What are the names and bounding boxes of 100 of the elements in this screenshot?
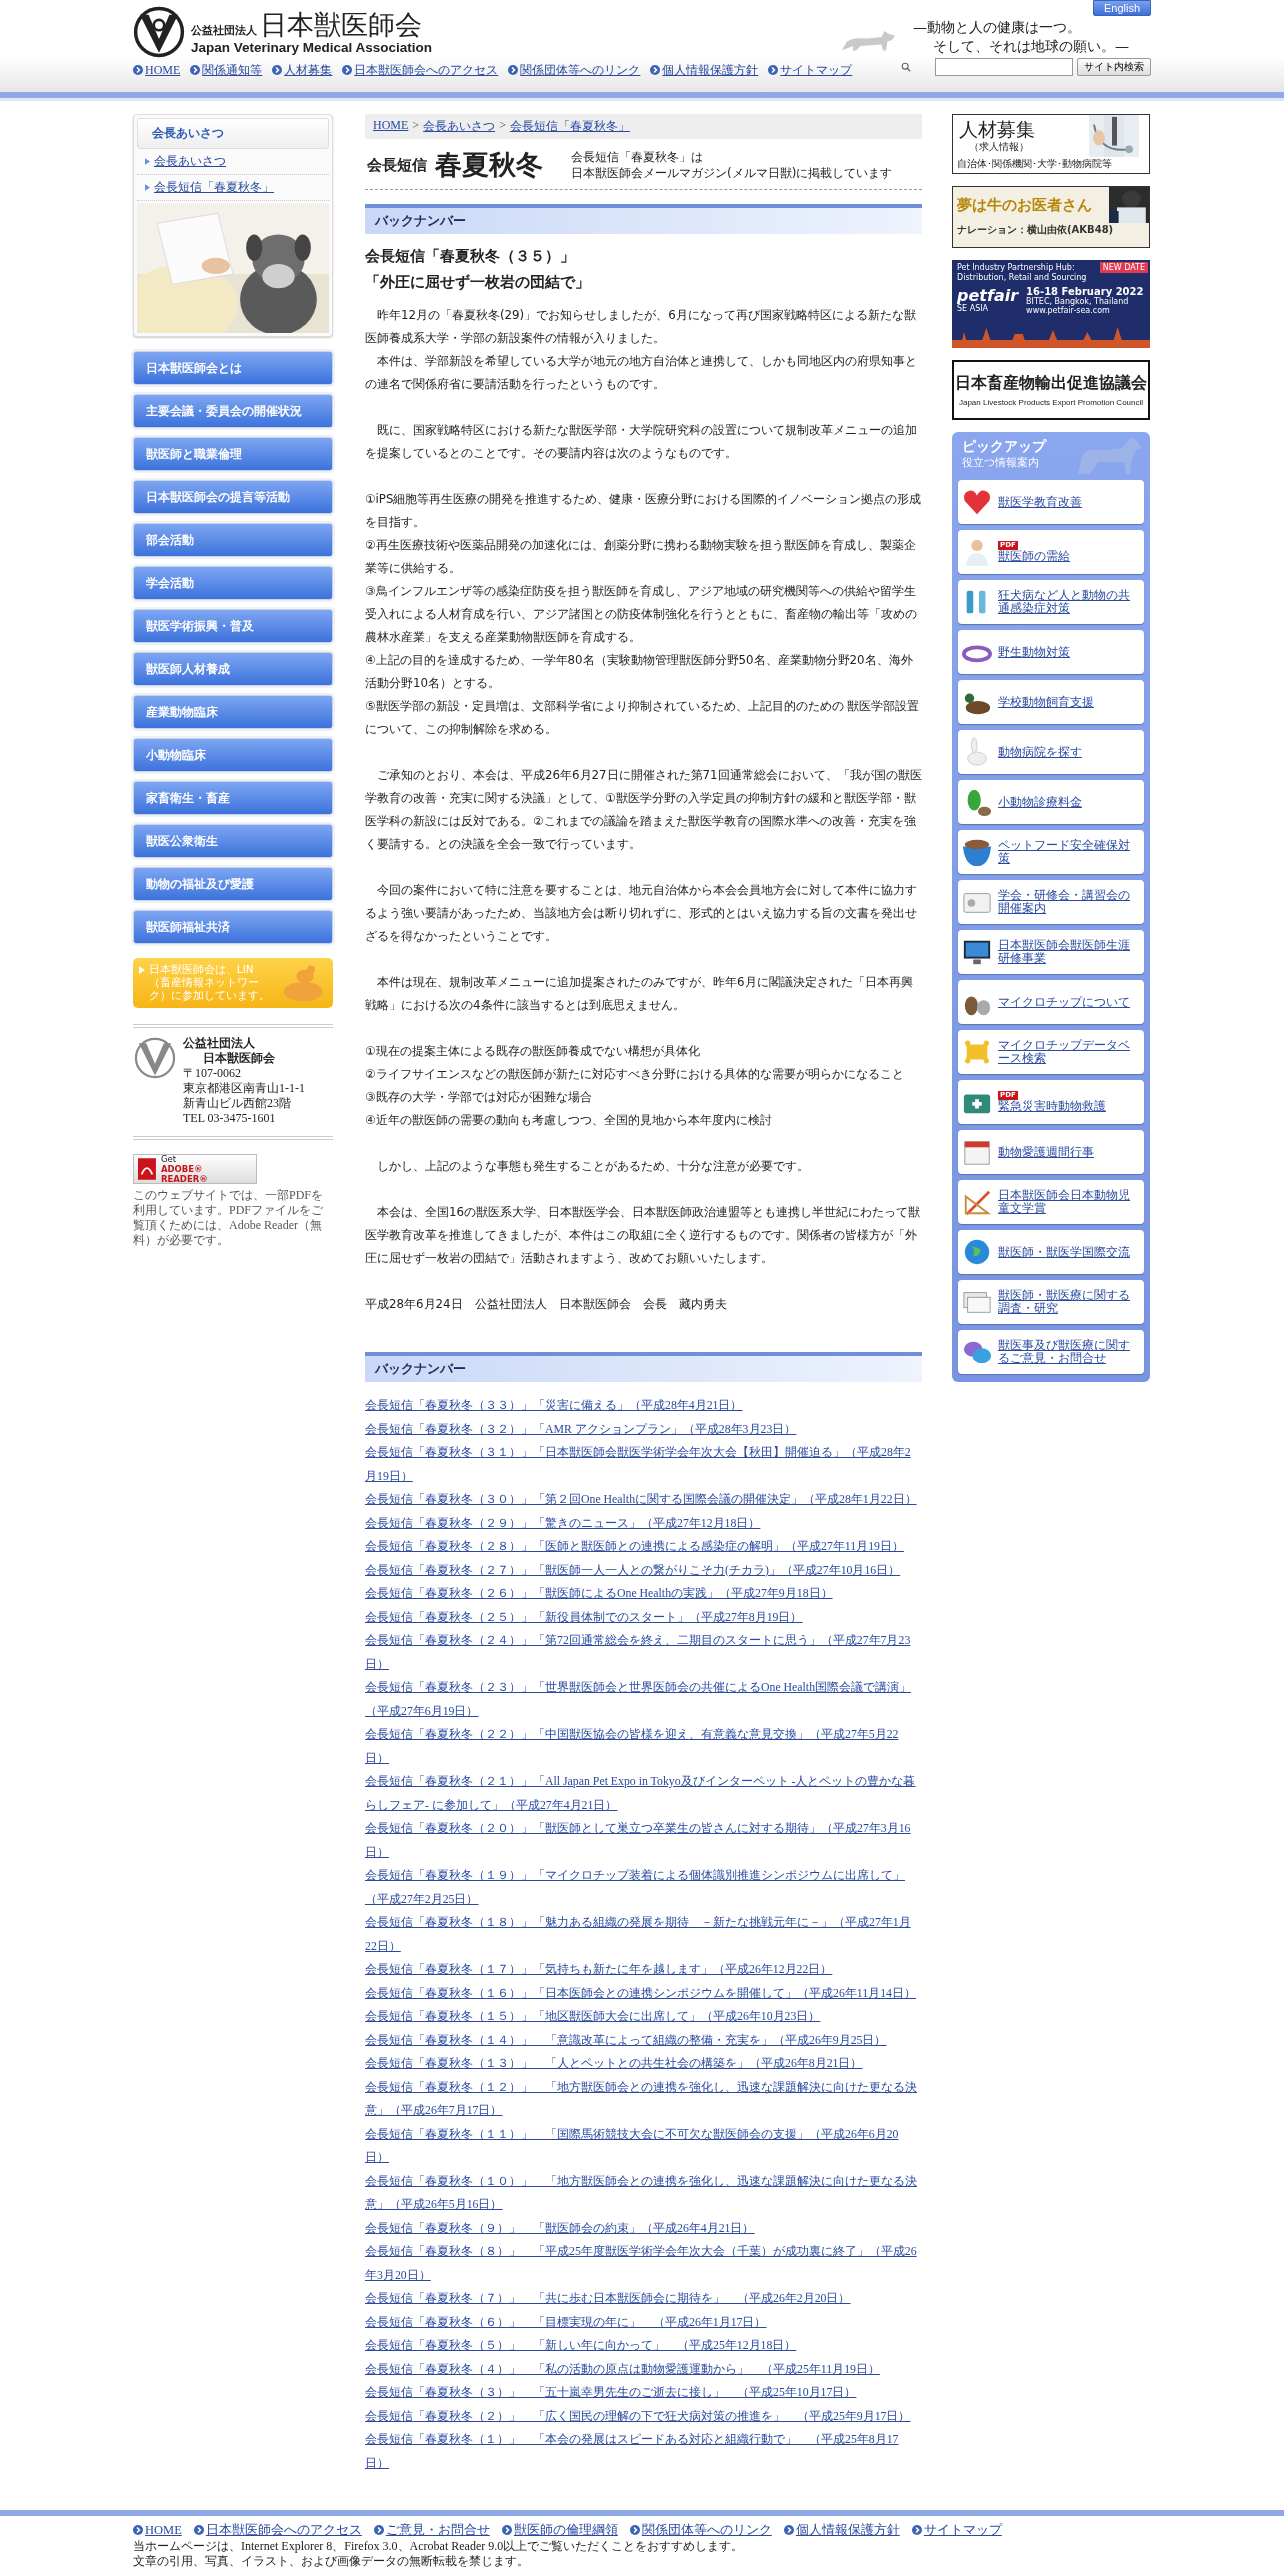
pickup-link[interactable]: マイクロチップについて: [998, 995, 1136, 1009]
back-number-link[interactable]: 会長短信「春夏秋冬（１９）」「マイクロチップ装着による個体識別推進シンポジウムに出席して」（平成27年2月25日）: [365, 1864, 922, 1911]
pickup-item[interactable]: 獣医事及び獣医療に関するご意見・お問合せ: [958, 1330, 1144, 1374]
back-number-link[interactable]: 会長短信「春夏秋冬（３）」 「五十嵐幸男先生のご逝去に接し」 （平成25年10月17日）: [365, 2381, 922, 2405]
back-number-link[interactable]: 会長短信「春夏秋冬（２３）」「世界獣医師会と世界医師会の共催によるOne Health国際会議で講演」（平成27年6月19日）: [365, 1676, 922, 1723]
back-number-link[interactable]: 会長短信「春夏秋冬（２）」 「広く国民の理解の下で狂犬病対策の推進を」 （平成25年9月17日）: [365, 2404, 922, 2428]
back-number-link[interactable]: 会長短信「春夏秋冬（５）」 「新しい年に向かって」 （平成25年12月18日）: [365, 2334, 922, 2358]
breadcrumb-link[interactable]: 会長短信「春夏秋冬」: [509, 118, 630, 135]
pickup-item[interactable]: ペットフード安全確保対策: [958, 830, 1144, 874]
pickup-link[interactable]: 獣医学教育改善: [998, 495, 1136, 509]
pickup-link[interactable]: ペットフード安全確保対策: [998, 839, 1136, 865]
address-line: 〒107-0062: [183, 1066, 242, 1081]
footer-link[interactable]: 個人情報保護方針: [783, 2522, 900, 2538]
nav-link[interactable]: HOME: [133, 63, 181, 77]
pickup-item[interactable]: 獣医学教育改善: [958, 480, 1144, 524]
submenu-link[interactable]: 会長あいさつ: [137, 149, 329, 175]
pickup-item[interactable]: 学校動物飼育支援: [958, 680, 1144, 724]
footer-link[interactable]: ご意見・お問合せ: [373, 2522, 490, 2538]
pickup-item[interactable]: 日本獣医師会獣医師生涯研修事業: [958, 930, 1144, 974]
pickup-link[interactable]: 小動物診療料金: [998, 795, 1136, 809]
pickup-link[interactable]: 獣医師の需給: [998, 550, 1136, 563]
back-number-link[interactable]: 会長短信「春夏秋冬（２４）」「第72回通常総会を終え、二期目のスタートに思う」（平成27年7月23日）: [365, 1629, 922, 1676]
back-number-link[interactable]: 会長短信「春夏秋冬（４）」 「私の活動の原点は動物愛護運動から」 （平成25年11月19日）: [365, 2357, 922, 2381]
pickup-item[interactable]: 動物愛護週間行事: [958, 1130, 1144, 1174]
pickup-link[interactable]: 日本獣医師会日本動物児童文学賞: [998, 1189, 1136, 1215]
pickup-item[interactable]: マイクロチップについて: [958, 980, 1144, 1024]
footer-link[interactable]: 獣医師の倫理綱領: [501, 2522, 618, 2538]
back-number-link[interactable]: 会長短信「春夏秋冬（１１）」 「国際馬術競技大会に不可欠な獣医師会の支援」（平成26年6月20日）: [365, 2122, 922, 2170]
pickup-link[interactable]: 野生動物対策: [998, 645, 1136, 659]
back-number-link[interactable]: 会長短信「春夏秋冬（９）」 「獣医師会の約束」（平成26年4月21日）: [365, 2216, 922, 2240]
back-number-link[interactable]: 会長短信「春夏秋冬（３１）」「日本獣医師会獣医学術学会年次大会【秋田】開催迫る」（平成28年2月19日）: [365, 1441, 922, 1488]
pickup-link[interactable]: 獣医師・獣医療に関する調査・研究: [998, 1289, 1136, 1315]
back-number-link[interactable]: 会長短信「春夏秋冬（８）」 「平成25年度獣医学術学会年次大会（千葉）が成功裏に終了」（平成26年3月20日）: [365, 2240, 922, 2287]
pickup-item[interactable]: 獣医師・獣医療に関する調査・研究: [958, 1280, 1144, 1324]
pickup-item[interactable]: 獣医師・獣医学国際交流: [958, 1230, 1144, 1274]
back-number-link[interactable]: 会長短信「春夏秋冬（１８）」「魅力ある組織の発展を期待 －新たな挑戦元年に－」（平成27年1月22日）: [365, 1911, 922, 1958]
back-number-link[interactable]: 会長短信「春夏秋冬（２０）」「獣医師として巣立つ卒業生の皆さんに対する期待」（平成27年3月16日）: [365, 1817, 922, 1864]
back-number-link[interactable]: 会長短信「春夏秋冬（２１）」「All Japan Pet Expo in Tokyo及びインターペット -人とペットの豊かな暮らしフェア- に参加して」（平成27年4月21日）: [365, 1770, 922, 1817]
search-field[interactable]: [935, 58, 1073, 76]
back-number-link[interactable]: 会長短信「春夏秋冬（１）」 「本会の発展はスピードある対応と組織行動で」 （平成25年8月17日）: [365, 2428, 922, 2475]
back-number-link[interactable]: 会長短信「春夏秋冬（１７）」「気持ちも新たに年を越します」（平成26年12月22日）: [365, 1958, 922, 1982]
adobe-reader-badge[interactable]: Get ADOBE® READER®: [133, 1154, 257, 1184]
back-number-link[interactable]: 会長短信「春夏秋冬（７）」 「共に歩む日本獣医師会に期待を」 （平成26年2月20日）: [365, 2287, 922, 2311]
pickup-item[interactable]: 野生動物対策: [958, 630, 1144, 674]
footer-link[interactable]: HOME: [133, 2522, 182, 2538]
pickup-link[interactable]: 学会・研修会・講習会の開催案内: [998, 889, 1136, 915]
footer-link[interactable]: サイトマップ: [911, 2522, 1002, 2538]
nav-link[interactable]: 日本獣医師会へのアクセス: [342, 63, 499, 77]
back-number-link[interactable]: 会長短信「春夏秋冬（２５）」「新役員体制でのスタート」（平成27年8月19日）: [365, 1605, 922, 1629]
council-banner[interactable]: 日本畜産物輸出促進協議会 Japan Livestock Products Export Promotion Council: [952, 360, 1150, 420]
back-number-link[interactable]: 会長短信「春夏秋冬（３３）」「災害に備える」（平成28年4月21日）: [365, 1394, 922, 1418]
back-number-link[interactable]: 会長短信「春夏秋冬（２６）」「獣医師によるOne Healthの実践」（平成27年9月18日）: [365, 1582, 922, 1606]
pickup-item[interactable]: 学会・研修会・講習会の開催案内: [958, 880, 1144, 924]
pickup-link[interactable]: 学校動物飼育支援: [998, 695, 1136, 709]
brand-name: petfair: [957, 288, 1019, 304]
pickup-link[interactable]: 狂犬病など人と動物の共通感染症対策: [998, 589, 1136, 615]
back-number-link[interactable]: 会長短信「春夏秋冬（２８）」「医師と獣医師との連携による感染症の解明」（平成27年11月19日）: [365, 1535, 922, 1559]
nav-link[interactable]: 関係通知等: [190, 63, 263, 77]
search-button[interactable]: サイト内検索: [1077, 58, 1151, 76]
back-number-link[interactable]: 会長短信「春夏秋冬（２７）」「獣医師一人一人との繋がりこそ力(チカラ)」（平成27年10月16日）: [365, 1558, 922, 1582]
pickup-link[interactable]: 獣医事及び獣医療に関するご意見・お問合せ: [998, 1339, 1136, 1365]
arrow-bullet-icon: [272, 65, 283, 75]
back-number-link[interactable]: 会長短信「春夏秋冬（１０）」 「地方獣医師会との連携を強化し、迅速な課題解決に向けた更なる決意」（平成26年5月16日）: [365, 2169, 922, 2217]
pickup-item[interactable]: マイクロチップデータベース検索: [958, 1030, 1144, 1074]
back-number-link[interactable]: 会長短信「春夏秋冬（２９）」「驚きのニュース」（平成27年12月18日）: [365, 1511, 922, 1535]
pickup-item[interactable]: 動物病院を探す: [958, 730, 1144, 774]
pickup-item[interactable]: 日本獣医師会日本動物児童文学賞: [958, 1180, 1144, 1224]
paragraph: 本件は、学部新設を希望している大学が地元の地方自治体と連携して、しかも同地区内の府県知事との連名で関係府省に要請活動を行ったというものです。: [365, 353, 918, 393]
back-number-link[interactable]: 会長短信「春夏秋冬（３２）」「AMR アクションプラン」（平成28年3月23日）: [365, 1417, 922, 1441]
back-number-link[interactable]: 会長短信「春夏秋冬（１５）」「地区獣医師大会に出席して」（平成26年10月23日）: [365, 2005, 922, 2029]
footer-link[interactable]: 日本獣医師会へのアクセス: [193, 2522, 362, 2538]
recruit-banner[interactable]: 人材募集 （求人情報） 自治体･関係機関･大学･動物病院等: [952, 114, 1150, 174]
arrow-bullet-icon: [911, 2525, 922, 2535]
english-button[interactable]: English: [1092, 0, 1151, 16]
breadcrumb-link[interactable]: HOME: [373, 118, 409, 135]
pickup-item[interactable]: 狂犬病など人と動物の共通感染症対策: [958, 580, 1144, 624]
submenu-link[interactable]: 会長短信「春夏秋冬」: [137, 175, 329, 201]
breadcrumb-link[interactable]: 会長あいさつ: [423, 118, 496, 135]
pickup-link[interactable]: 動物愛護週間行事: [998, 1145, 1136, 1159]
pickup-link[interactable]: マイクロチップデータベース検索: [998, 1039, 1136, 1065]
pickup-item[interactable]: 小動物診療料金: [958, 780, 1144, 824]
nav-link[interactable]: サイトマップ: [768, 63, 853, 77]
footer-link[interactable]: 関係団体等へのリンク: [629, 2522, 772, 2538]
nav-link[interactable]: 関係団体等へのリンク: [508, 63, 641, 77]
pickup-link[interactable]: 日本獣医師会獣医師生涯研修事業: [998, 939, 1136, 965]
title-note: 日本獣医師会メールマガジン(メルマ日獣)に掲載しています: [571, 165, 893, 181]
nav-link[interactable]: 人材募集: [272, 63, 333, 77]
back-number-link[interactable]: 会長短信「春夏秋冬（１６）」「日本医師会との連携シンポジウムを開催して」（平成26年11月14日）: [365, 1981, 922, 2005]
pickup-link[interactable]: 動物病院を探す: [998, 745, 1136, 759]
page-title: 春夏秋冬: [435, 148, 544, 182]
back-number-link[interactable]: 会長短信「春夏秋冬（１３）」 「人とペットとの共生社会の構築を」（平成26年8月21日）: [365, 2052, 922, 2076]
pickup-link[interactable]: 緊急災害時動物救護: [998, 1100, 1136, 1113]
pickup-link[interactable]: 獣医師・獣医学国際交流: [998, 1245, 1136, 1259]
back-number-link[interactable]: 会長短信「春夏秋冬（１２）」 「地方獣医師会との連携を強化し、迅速な課題解決に向けた更なる決意」（平成26年7月17日）: [365, 2075, 922, 2123]
back-number-link[interactable]: 会長短信「春夏秋冬（３０）」「第２回One Healthに関する国際会議の開催決定」（平成28年1月22日）: [365, 1488, 922, 1512]
back-number-link[interactable]: 会長短信「春夏秋冬（６）」 「目標実現の年に」 （平成26年1月17日）: [365, 2310, 922, 2334]
nav-link[interactable]: 個人情報保護方針: [650, 63, 759, 77]
video-banner[interactable]: 夢は牛のお医者さん ナレーション：横山由依(AKB48): [952, 186, 1150, 248]
back-number-link[interactable]: 会長短信「春夏秋冬（１４）」 「意識改革によって組織の整備・充実を」（平成26年9月25日）: [365, 2028, 922, 2052]
back-number-link[interactable]: 会長短信「春夏秋冬（２２）」「中国獣医協会の皆様を迎え、有意義な意見交換」（平成27年5月22日）: [365, 1723, 922, 1770]
